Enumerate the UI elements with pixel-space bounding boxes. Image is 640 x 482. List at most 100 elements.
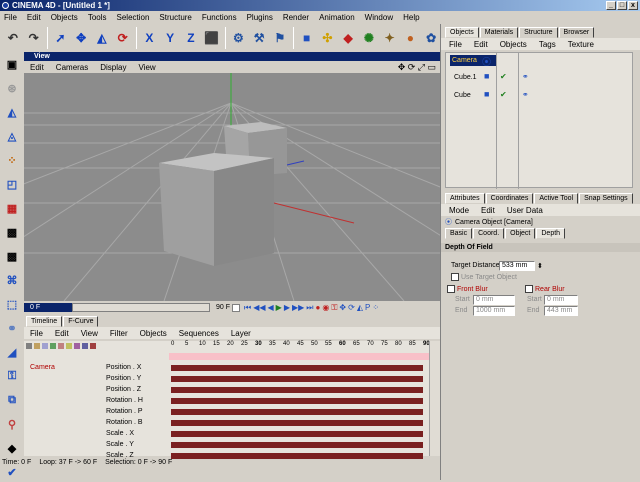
view-menu-view[interactable]: View (138, 63, 155, 72)
rotation-key-icon[interactable]: ⟳ (348, 303, 355, 313)
frame-start-field[interactable]: 0 F (24, 303, 72, 312)
view-menu-cameras[interactable]: Cameras (56, 63, 88, 72)
object-cube[interactable]: Cube (454, 90, 471, 101)
track-rotation-h[interactable]: Rotation . H (106, 395, 143, 406)
polygons-mode-icon[interactable]: ◰ (2, 174, 22, 194)
objects-menu-tags[interactable]: Tags (539, 40, 556, 49)
tab-active-tool[interactable]: Active Tool (534, 193, 579, 204)
points-mode-icon[interactable]: ◬ (2, 126, 22, 146)
track-key-row[interactable] (171, 365, 423, 371)
menu-plugins[interactable]: Plugins (247, 13, 273, 22)
front-end-field[interactable]: 1000 mm (473, 306, 515, 316)
menu-file[interactable]: File (4, 13, 17, 22)
position-key-icon[interactable]: ✥ (339, 303, 346, 313)
visible-check-icon[interactable]: ✔ (500, 72, 507, 81)
timeline-menu-layer[interactable]: Layer (231, 329, 251, 338)
go-to-start-icon[interactable]: ⏮ (244, 303, 251, 313)
objects-menu-file[interactable]: File (449, 40, 462, 49)
track-key-row[interactable] (171, 420, 423, 426)
track-scale-y[interactable]: Scale . Y (106, 439, 134, 450)
tab-fcurve[interactable]: F-Curve (63, 316, 99, 327)
rear-blur-checkbox[interactable] (525, 285, 533, 293)
track-position-x[interactable]: Position . X (106, 362, 141, 373)
select-arrow-icon[interactable]: ➚ (52, 28, 70, 48)
objects-menu-edit[interactable]: Edit (474, 40, 488, 49)
timeline-object-camera[interactable]: Camera (30, 362, 55, 373)
menu-functions[interactable]: Functions (202, 13, 237, 22)
soft-selection-icon[interactable]: ⬚ (2, 294, 22, 314)
subtab-object[interactable]: Object (505, 228, 536, 239)
next-frame-icon[interactable]: ▶ (284, 303, 290, 313)
tab-browser[interactable]: Browser (558, 27, 595, 38)
prev-key-icon[interactable]: ◀◀ (253, 303, 265, 313)
param-key-icon[interactable]: P (365, 303, 370, 313)
rear-end-field[interactable]: 443 mm (544, 306, 578, 316)
subtab-coord[interactable]: Coord. (473, 228, 505, 239)
rear-start-field[interactable]: 0 mm (544, 295, 578, 305)
edges-mode-icon[interactable]: ⁘ (2, 150, 22, 170)
scale-key-icon[interactable]: ◭ (357, 303, 363, 313)
track-key-row[interactable] (171, 387, 423, 393)
animation-mode-icon[interactable]: ◢ (2, 342, 22, 362)
menu-help[interactable]: Help (403, 13, 419, 22)
cube-primitive-icon[interactable]: ■ (298, 28, 316, 48)
y-axis-icon[interactable]: Y (161, 28, 179, 48)
z-axis-icon[interactable]: Z (182, 28, 200, 48)
checker-icon-2[interactable]: ▩ (2, 246, 22, 266)
spline-icon[interactable]: ✣ (319, 28, 337, 48)
model-mode-icon[interactable]: ▣ (2, 54, 22, 74)
record-icon[interactable]: ◆ (2, 438, 22, 458)
track-key-row[interactable] (171, 431, 423, 437)
render-settings-icon[interactable]: ⚑ (271, 28, 289, 48)
timeline-graph[interactable]: 0 5 10 15 20 25 30 35 40 45 50 55 60 65 70 75 80 85 90 (169, 341, 430, 459)
deformer-icon[interactable]: ✦ (381, 28, 399, 48)
attributes-menu-user-data[interactable]: User Data (507, 206, 543, 215)
objects-menu-texture[interactable]: Texture (568, 40, 594, 49)
play-icon[interactable]: ▶ (276, 303, 282, 313)
track-key-row[interactable] (171, 398, 423, 404)
next-key-icon[interactable]: ▶▶ (292, 303, 304, 313)
object-mode-icon[interactable]: ⊛ (2, 78, 22, 98)
subtab-depth[interactable]: Depth (536, 228, 566, 239)
menu-tools[interactable]: Tools (88, 13, 107, 22)
timeline-menu-filter[interactable]: Filter (110, 329, 128, 338)
view-menu-edit[interactable]: Edit (30, 63, 44, 72)
go-to-end-icon[interactable]: ⏭ (306, 303, 313, 313)
record-key-icon[interactable]: ● (316, 303, 321, 313)
timeline-menu-objects[interactable]: Objects (140, 329, 167, 338)
menu-selection[interactable]: Selection (117, 13, 150, 22)
paint-icon[interactable]: ⚭ (2, 318, 22, 338)
tab-materials[interactable]: Materials (479, 27, 519, 38)
tab-timeline[interactable]: Timeline (26, 316, 63, 327)
magnet-icon[interactable]: ⚲ (2, 414, 22, 434)
checker-icon[interactable]: ▩ (2, 222, 22, 242)
track-key-row[interactable] (171, 409, 423, 415)
render-picture-icon[interactable]: ⚒ (250, 28, 268, 48)
scene-icon[interactable]: ● (402, 28, 420, 48)
key-icon[interactable]: ⚿ (2, 366, 22, 386)
texture-tag-icon[interactable]: ⚭ (522, 72, 529, 81)
prev-frame-icon[interactable]: ◀ (268, 303, 274, 313)
menu-edit[interactable]: Edit (27, 13, 41, 22)
nurbs-icon[interactable]: ◆ (339, 28, 357, 48)
x-axis-icon[interactable]: X (141, 28, 159, 48)
move-icon[interactable]: ✥ (72, 28, 90, 48)
close-button[interactable]: x (628, 1, 638, 10)
timeline-menu-edit[interactable]: Edit (55, 329, 69, 338)
front-start-field[interactable]: 0 mm (473, 295, 515, 305)
frame-end-stepper[interactable] (232, 303, 240, 312)
tab-structure[interactable]: Structure (519, 27, 558, 38)
menu-animation[interactable]: Animation (319, 13, 355, 22)
tab-attributes[interactable]: Attributes (445, 193, 485, 204)
timeline-menu-sequences[interactable]: Sequences (179, 329, 219, 338)
array-icon[interactable]: ✺ (360, 28, 378, 48)
menu-render[interactable]: Render (283, 13, 309, 22)
front-blur-checkbox[interactable] (447, 285, 455, 293)
snap-icon[interactable]: ⧉ (2, 390, 22, 410)
light-icon[interactable]: ✿ (422, 28, 440, 48)
timeline-ruler[interactable]: 0 5 10 15 20 25 30 35 40 45 50 55 60 65 70 75 80 85 90 (169, 341, 430, 351)
track-key-row[interactable] (171, 376, 423, 382)
track-key-row[interactable] (171, 442, 423, 448)
texture-tag-icon[interactable]: ⚭ (522, 90, 529, 99)
redo-icon[interactable]: ↷ (25, 28, 43, 48)
